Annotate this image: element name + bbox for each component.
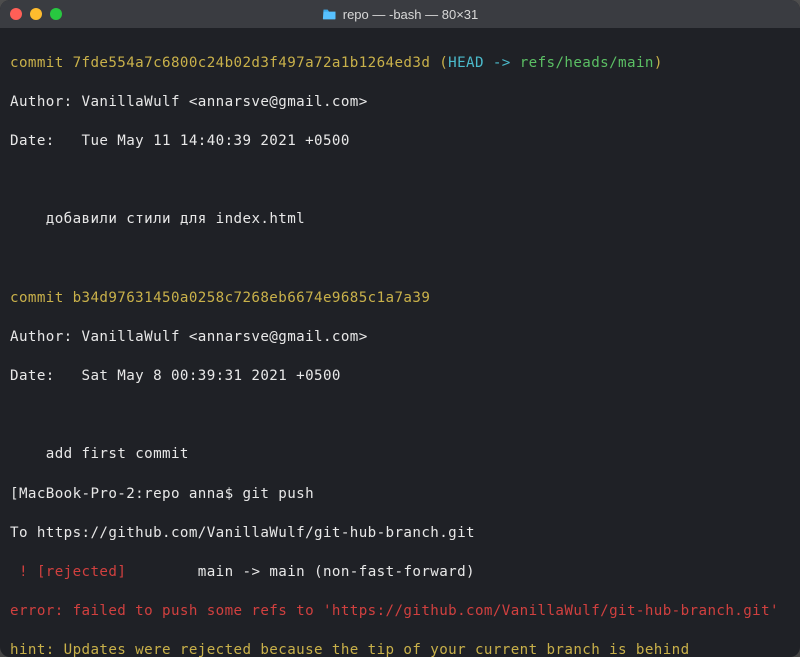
rejected-detail: main -> main (non-fast-forward): [189, 564, 475, 580]
commit-message: add first commit: [10, 445, 790, 465]
output-line: To https://github.com/VanillaWulf/git-hu…: [10, 524, 790, 544]
close-icon[interactable]: [10, 8, 22, 20]
date-line: Date: Tue May 11 14:40:39 2021 +0500: [10, 132, 790, 152]
window-controls: [10, 8, 62, 20]
terminal-window: repo — -bash — 80×31 commit 7fde554a7c68…: [0, 0, 800, 657]
shell-prompt: [MacBook-Pro-2:repo anna$: [10, 486, 242, 502]
rejected-label: [rejected]: [37, 564, 189, 580]
rejected-line: ! [rejected] main -> main (non-fast-forw…: [10, 563, 790, 583]
window-title-text: repo — -bash — 80×31: [343, 7, 479, 22]
terminal-body[interactable]: commit 7fde554a7c6800c24b02d3f497a72a1b1…: [0, 28, 800, 657]
commit-hash: b34d97631450a0258c7268eb6674e9685c1a7a39: [73, 290, 431, 306]
zoom-icon[interactable]: [50, 8, 62, 20]
paren: (: [430, 55, 448, 71]
paren: ): [654, 55, 663, 71]
commit-line: commit 7fde554a7c6800c24b02d3f497a72a1b1…: [10, 54, 790, 74]
head-ref: HEAD ->: [448, 55, 520, 71]
window-title: repo — -bash — 80×31: [0, 7, 800, 22]
command-input: git push: [242, 486, 314, 502]
error-line: error: failed to push some refs to 'http…: [10, 602, 790, 622]
hint-line: hint: Updates were rejected because the …: [10, 641, 790, 657]
commit-line: commit b34d97631450a0258c7268eb6674e9685…: [10, 289, 790, 309]
blank-line: [10, 250, 790, 270]
blank-line: [10, 406, 790, 426]
prompt-line: [MacBook-Pro-2:repo anna$ git push: [10, 485, 790, 505]
bang-icon: !: [10, 564, 37, 580]
commit-message: добавили стили для index.html: [10, 210, 790, 230]
branch-ref: refs/heads/main: [520, 55, 654, 71]
blank-line: [10, 171, 790, 191]
commit-hash: 7fde554a7c6800c24b02d3f497a72a1b1264ed3d: [73, 55, 431, 71]
author-line: Author: VanillaWulf <annarsve@gmail.com>: [10, 93, 790, 113]
titlebar: repo — -bash — 80×31: [0, 0, 800, 28]
commit-prefix: commit: [10, 55, 73, 71]
author-line: Author: VanillaWulf <annarsve@gmail.com>: [10, 328, 790, 348]
date-line: Date: Sat May 8 00:39:31 2021 +0500: [10, 367, 790, 387]
commit-prefix: commit: [10, 290, 73, 306]
folder-icon: [322, 8, 337, 20]
minimize-icon[interactable]: [30, 8, 42, 20]
